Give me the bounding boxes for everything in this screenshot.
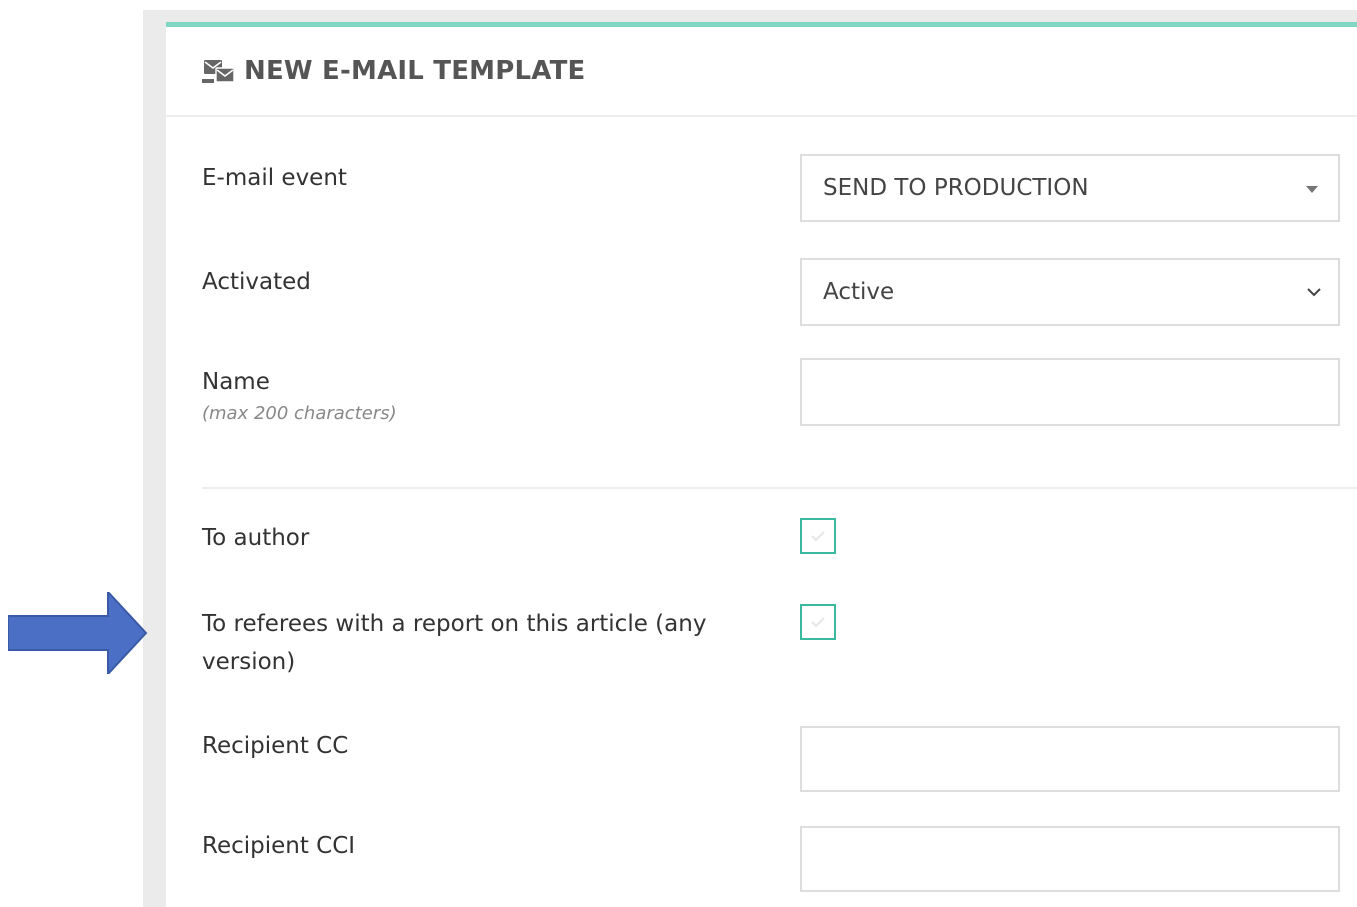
activated-value: Active	[823, 279, 895, 305]
panel-header: NEW E-MAIL TEMPLATE	[166, 27, 1357, 117]
email-event-value: SEND TO PRODUCTION	[823, 175, 1089, 201]
recipient-cc-label: Recipient CC	[202, 733, 349, 759]
email-template-panel: NEW E-MAIL TEMPLATE E-mail event SEND TO…	[166, 22, 1357, 907]
recipient-cci-input[interactable]	[800, 826, 1340, 892]
to-author-checkbox[interactable]	[800, 518, 836, 554]
name-label: Name	[202, 369, 270, 395]
check-icon	[811, 531, 825, 542]
email-event-label: E-mail event	[202, 165, 347, 191]
activated-label: Activated	[202, 269, 311, 295]
pointer-arrow-icon	[8, 592, 148, 674]
email-event-select[interactable]: SEND TO PRODUCTION	[800, 154, 1340, 222]
activated-select[interactable]: Active	[800, 258, 1340, 326]
caret-down-icon	[1306, 186, 1318, 193]
name-input[interactable]	[800, 358, 1340, 426]
check-icon	[811, 617, 825, 628]
to-referees-label: To referees with a report on this articl…	[202, 611, 707, 675]
page-title: NEW E-MAIL TEMPLATE	[244, 56, 586, 86]
email-template-icon	[202, 60, 235, 83]
to-referees-checkbox[interactable]	[800, 604, 836, 640]
recipient-cci-label: Recipient CCI	[202, 833, 356, 859]
to-author-label: To author	[202, 525, 310, 551]
name-hint: (max 200 characters)	[202, 403, 397, 424]
section-divider	[202, 487, 1357, 489]
recipient-cc-input[interactable]	[800, 726, 1340, 792]
chevron-down-icon	[1307, 288, 1321, 297]
